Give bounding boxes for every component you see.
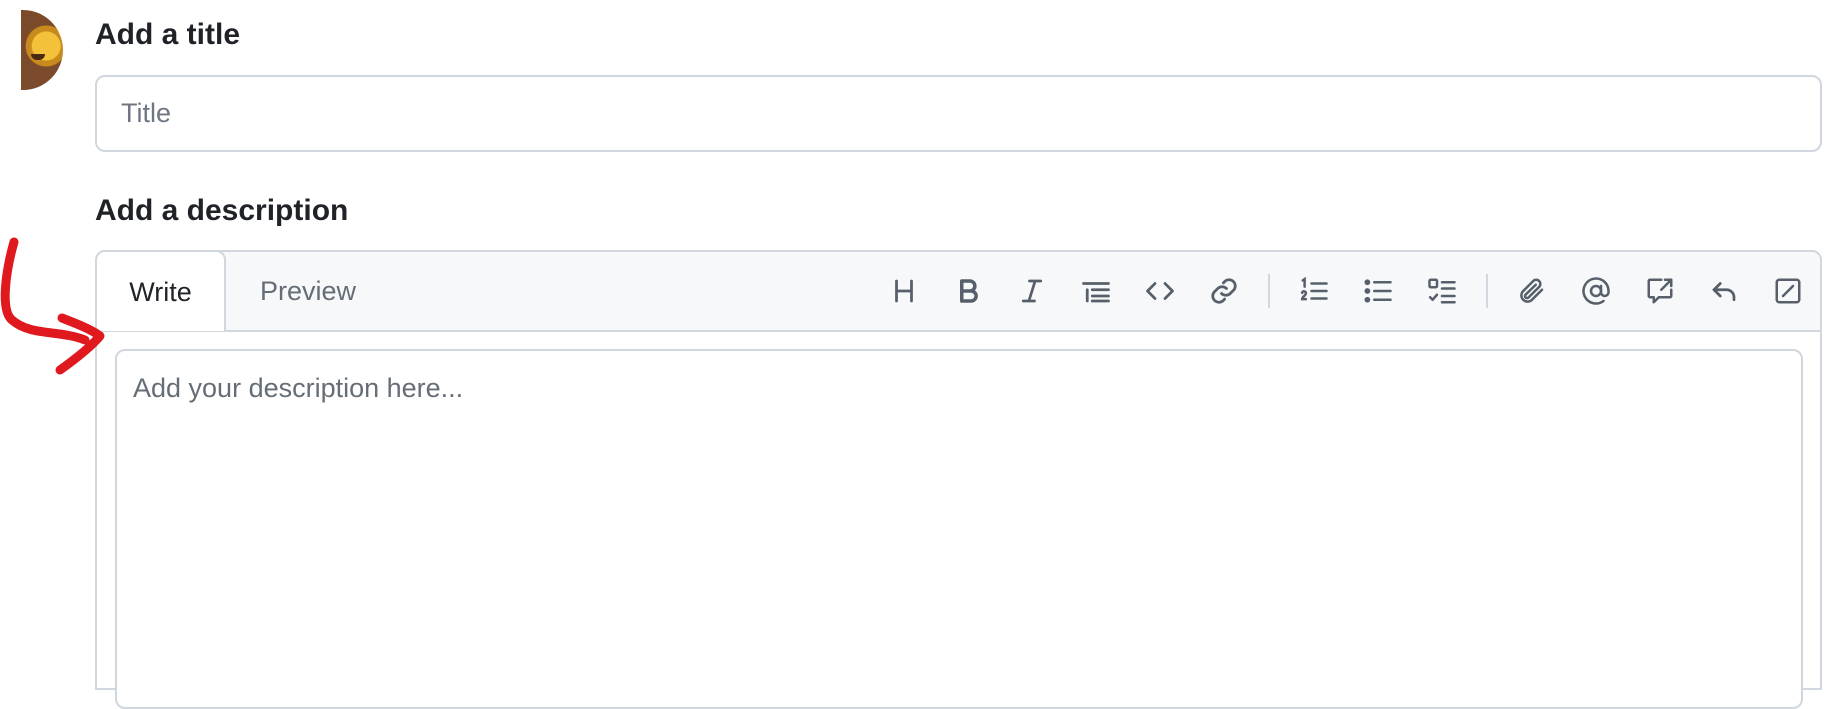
title-input[interactable] [95,75,1822,152]
avatar [21,10,63,90]
description-textarea[interactable] [115,349,1803,709]
mention-icon[interactable] [1564,259,1628,323]
formatting-toolbar [872,252,1820,330]
task-list-icon[interactable] [1410,259,1474,323]
italic-icon[interactable] [1000,259,1064,323]
markdown-editor: Write Preview [95,250,1822,709]
editor-header: Write Preview [95,250,1820,332]
toolbar-divider [1268,274,1270,308]
saved-reply-icon[interactable] [1692,259,1756,323]
title-label: Add a title [95,18,241,51]
attach-file-icon[interactable] [1500,259,1564,323]
cross-reference-icon[interactable] [1628,259,1692,323]
tab-preview[interactable]: Preview [233,252,383,330]
link-icon[interactable] [1192,259,1256,323]
slash-commands-icon[interactable] [1756,259,1820,323]
numbered-list-icon[interactable] [1282,259,1346,323]
toolbar-divider [1486,274,1488,308]
red-arrow-annotation [0,237,105,375]
unordered-list-icon[interactable] [1346,259,1410,323]
bold-icon[interactable] [936,259,1000,323]
code-icon[interactable] [1128,259,1192,323]
quote-icon[interactable] [1064,259,1128,323]
heading-icon[interactable] [872,259,936,323]
description-label: Add a description [95,194,349,227]
tab-write[interactable]: Write [95,250,226,331]
